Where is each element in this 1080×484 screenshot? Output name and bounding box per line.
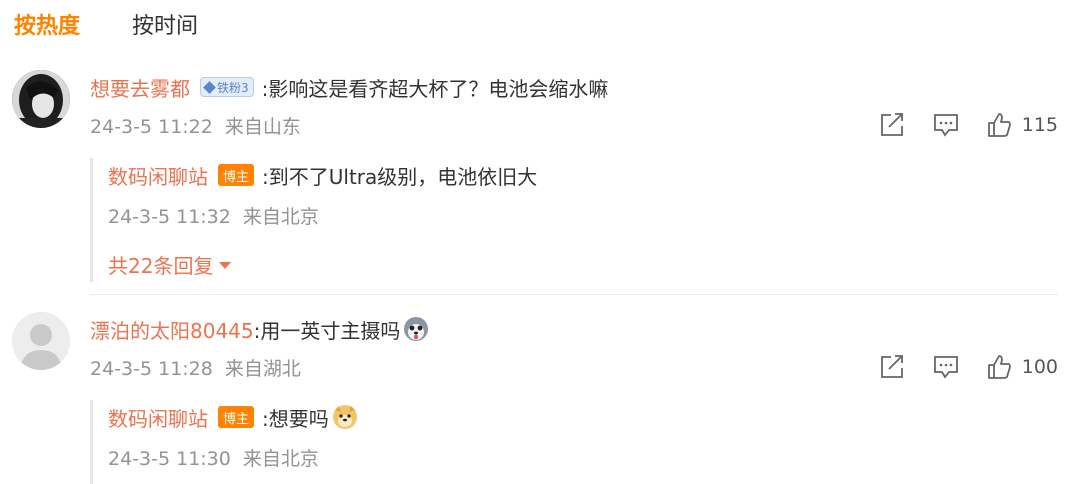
comment-time: 24-3-5 11:28 <box>90 358 213 380</box>
comment-icon <box>933 356 958 379</box>
reply-location: 来自北京 <box>242 448 319 470</box>
comment-location: 来自湖北 <box>224 358 301 380</box>
comment-button[interactable] <box>932 354 960 380</box>
like-icon <box>987 355 1011 379</box>
like-button[interactable]: 100 <box>986 354 1058 380</box>
comment-text: :用一英寸主摄吗 <box>253 318 401 343</box>
reply-text: :想要吗 <box>262 406 329 431</box>
comment-username[interactable]: 漂泊的太阳80445 <box>90 315 254 344</box>
husky-emoji-icon <box>404 317 429 341</box>
comment-item: 漂泊的太阳80445 :用一英寸主摄吗 24-3-5 11:28 来自湖北 10… <box>0 0 1080 484</box>
author-badge: 博主 <box>218 406 255 428</box>
share-button[interactable] <box>878 354 906 380</box>
reply-thread <box>90 400 93 484</box>
like-count: 100 <box>1021 356 1058 378</box>
reply-time: 24-3-5 11:30 <box>108 448 231 470</box>
avatar[interactable] <box>12 312 70 370</box>
doge-emoji-icon <box>332 405 357 429</box>
share-icon <box>880 355 903 378</box>
reply-username[interactable]: 数码闲聊站 <box>108 403 208 432</box>
